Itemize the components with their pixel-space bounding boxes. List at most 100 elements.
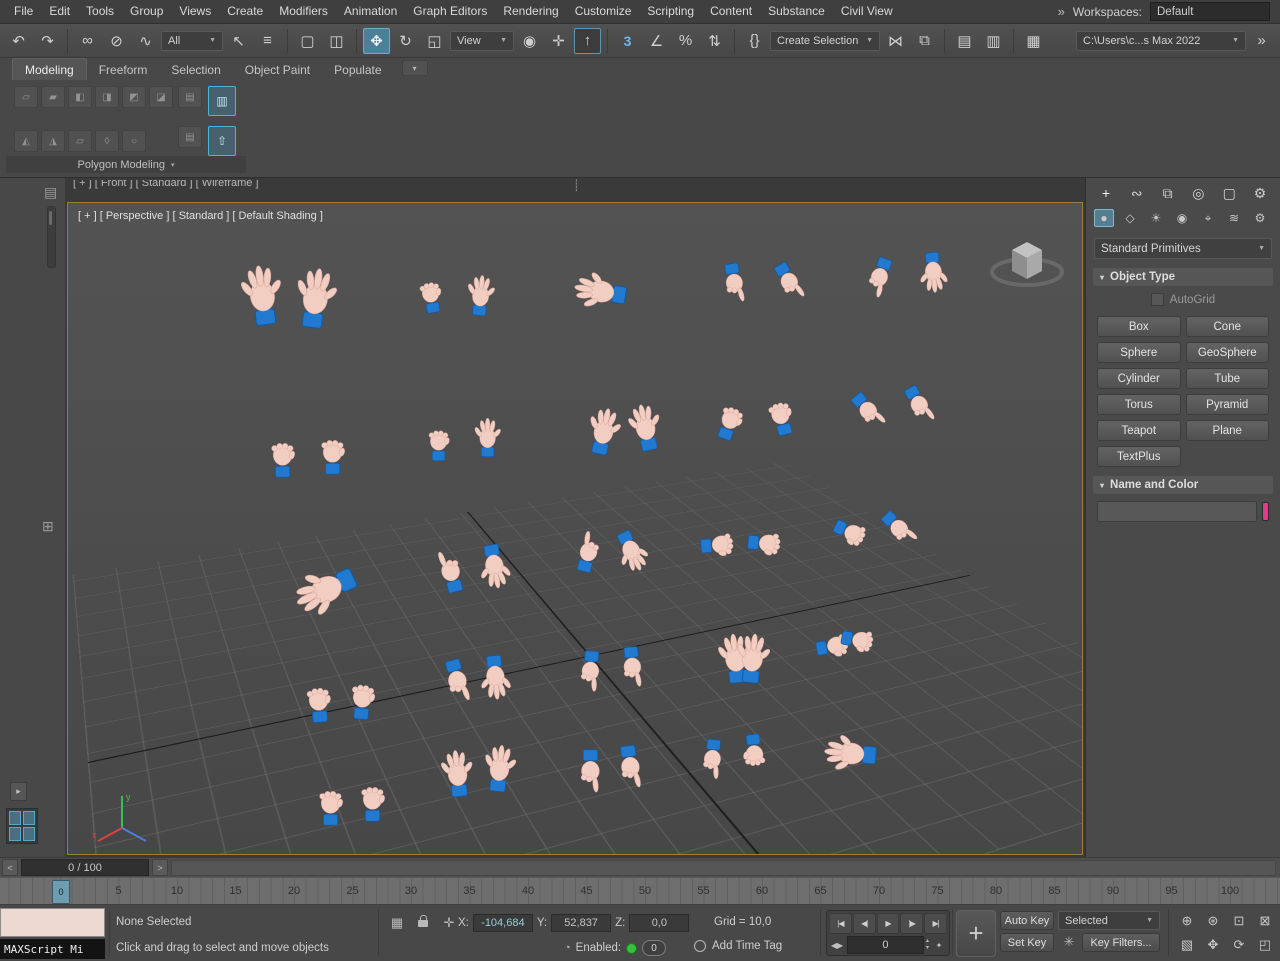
- polygon-tool-button[interactable]: ▤: [178, 86, 202, 108]
- space-warps-category-icon[interactable]: ≋: [1224, 209, 1244, 227]
- hand-object[interactable]: [472, 539, 516, 594]
- polygon-tool-button[interactable]: ▰: [41, 86, 65, 108]
- hand-object[interactable]: [284, 551, 368, 626]
- hand-object[interactable]: [234, 260, 291, 333]
- go-to-end-button[interactable]: ▶|: [924, 913, 947, 934]
- hand-object[interactable]: [613, 642, 651, 691]
- geometry-category-icon[interactable]: ●: [1094, 209, 1114, 227]
- window-crossing-icon[interactable]: ◫: [323, 28, 350, 54]
- keyboard-shortcut-override-icon[interactable]: ↑: [574, 28, 601, 54]
- previous-frame-small-button[interactable]: <: [2, 859, 18, 876]
- pyramid-button[interactable]: Pyramid: [1186, 394, 1270, 415]
- hierarchy-tab-icon[interactable]: ⧉: [1158, 184, 1178, 202]
- menu-item-customize[interactable]: Customize: [567, 0, 640, 23]
- toggle-scene-explorer-icon[interactable]: ▤: [951, 28, 978, 54]
- redo-icon[interactable]: ↷: [34, 28, 61, 54]
- hand-object[interactable]: [743, 525, 792, 563]
- previous-frame-button[interactable]: ◀|: [853, 913, 876, 934]
- bind-to-space-warp-icon[interactable]: ∿: [132, 28, 159, 54]
- sphere-button[interactable]: Sphere: [1097, 342, 1181, 363]
- ribbon-tab-populate[interactable]: Populate: [322, 59, 393, 80]
- torus-button[interactable]: Torus: [1097, 394, 1181, 415]
- box-button[interactable]: Box: [1097, 316, 1181, 337]
- hand-object[interactable]: [759, 388, 803, 442]
- modify-tab-icon[interactable]: ∾: [1127, 184, 1147, 202]
- ribbon-tab-selection[interactable]: Selection: [159, 59, 232, 80]
- expand-tray-button[interactable]: ▸: [10, 782, 27, 801]
- polygon-tool-button[interactable]: ◮: [41, 130, 65, 152]
- hand-object[interactable]: [436, 746, 479, 802]
- hand-object[interactable]: [423, 420, 455, 464]
- mirror-icon[interactable]: ⋈: [882, 28, 909, 54]
- select-and-uniform-scale-icon[interactable]: ◱: [421, 28, 448, 54]
- zoom-region-icon[interactable]: ▧: [1174, 933, 1200, 957]
- object-color-swatch[interactable]: [1262, 502, 1269, 521]
- hand-object[interactable]: [313, 779, 349, 828]
- project-folder-dropdown[interactable]: C:\Users\c...s Max 2022▼: [1076, 31, 1246, 51]
- textplus-button[interactable]: TextPlus: [1097, 446, 1181, 467]
- menu-item-content[interactable]: Content: [702, 0, 760, 23]
- viewport-layout-tabs[interactable]: [6, 808, 38, 844]
- hand-object[interactable]: [315, 428, 351, 477]
- next-frame-small-button[interactable]: >: [152, 859, 168, 876]
- menu-item-tools[interactable]: Tools: [78, 0, 122, 23]
- hand-object[interactable]: [567, 525, 611, 579]
- polygon-tool-button[interactable]: ▱: [14, 86, 38, 108]
- use-pivot-point-center-icon[interactable]: ◉: [516, 28, 543, 54]
- hand-object[interactable]: [572, 746, 608, 795]
- lights-category-icon[interactable]: ☀: [1146, 209, 1166, 227]
- hand-object[interactable]: [427, 543, 474, 600]
- polygon-tool-button[interactable]: ▥: [208, 86, 236, 116]
- front-viewport-label[interactable]: [ + ] [ Front ] [ Standard ] [ Wireframe…: [73, 180, 259, 193]
- reference-coordinate-system-dropdown[interactable]: View▼: [450, 31, 514, 51]
- zoom-extents-icon[interactable]: ⊡: [1226, 909, 1252, 933]
- menu-item-animation[interactable]: Animation: [336, 0, 405, 23]
- menu-item-create[interactable]: Create: [219, 0, 271, 23]
- menu-item-rendering[interactable]: Rendering: [495, 0, 566, 23]
- hand-object[interactable]: [463, 272, 500, 320]
- display-tab-icon[interactable]: ▢: [1219, 184, 1239, 202]
- hand-object[interactable]: [412, 270, 451, 318]
- hand-object[interactable]: [894, 377, 945, 433]
- snaps-toggle-3d-icon[interactable]: 3: [614, 28, 641, 54]
- key-mode-icon[interactable]: ✦: [931, 937, 947, 954]
- hand-object[interactable]: [609, 740, 651, 794]
- select-and-link-icon[interactable]: ∞: [74, 28, 101, 54]
- hand-object[interactable]: [730, 630, 775, 689]
- angle-snap-icon[interactable]: ∠: [643, 28, 670, 54]
- named-selection-sets-dropdown[interactable]: Create Selection Se▼: [770, 31, 880, 51]
- absolute-offset-toggle-icon[interactable]: ✛: [438, 913, 460, 933]
- selection-lock-icon[interactable]: [412, 911, 434, 931]
- isolate-selection-icon[interactable]: ▦: [386, 913, 408, 933]
- polygon-tool-button[interactable]: ▤: [178, 126, 202, 148]
- hand-object[interactable]: [569, 265, 633, 316]
- rectangular-selection-region-icon[interactable]: ▢: [294, 28, 321, 54]
- polygon-tool-button[interactable]: ◨: [95, 86, 119, 108]
- name-color-rollout[interactable]: ▾ Name and Color: [1093, 476, 1273, 494]
- polygon-modeling-panel-label[interactable]: Polygon Modeling ▾: [6, 156, 246, 173]
- frame-stepper[interactable]: ▴▾: [926, 938, 929, 952]
- plane-button[interactable]: Plane: [1186, 420, 1270, 441]
- track-bar[interactable]: [171, 860, 1276, 876]
- menu-item-substance[interactable]: Substance: [760, 0, 833, 23]
- pan-view-icon[interactable]: ✥: [1200, 933, 1226, 957]
- viewport-tools-icon[interactable]: ▤: [44, 184, 57, 201]
- viewcube[interactable]: [986, 231, 1068, 297]
- ribbon-tab-freeform[interactable]: Freeform: [87, 59, 160, 80]
- maximize-viewport-toggle-icon[interactable]: ◰: [1252, 933, 1278, 957]
- hand-object[interactable]: [433, 653, 480, 710]
- hand-object[interactable]: [355, 775, 391, 824]
- menu-item-group[interactable]: Group: [122, 0, 171, 23]
- menu-item-graph-editors[interactable]: Graph Editors: [405, 0, 495, 23]
- hand-object[interactable]: [820, 730, 881, 777]
- viewport-label[interactable]: [ + ] [ Perspective ] [ Standard ] [ Def…: [78, 210, 323, 222]
- motion-tab-icon[interactable]: ◎: [1188, 184, 1208, 202]
- hand-object[interactable]: [764, 254, 815, 310]
- hand-object[interactable]: [696, 526, 745, 564]
- menu-overflow-icon[interactable]: »: [1058, 4, 1065, 19]
- time-slider[interactable]: 0: [52, 880, 70, 904]
- percent-snap-icon[interactable]: %: [672, 28, 699, 54]
- cameras-category-icon[interactable]: ◉: [1172, 209, 1192, 227]
- hand-object[interactable]: [856, 250, 902, 304]
- helpers-category-icon[interactable]: ⌖: [1198, 209, 1218, 227]
